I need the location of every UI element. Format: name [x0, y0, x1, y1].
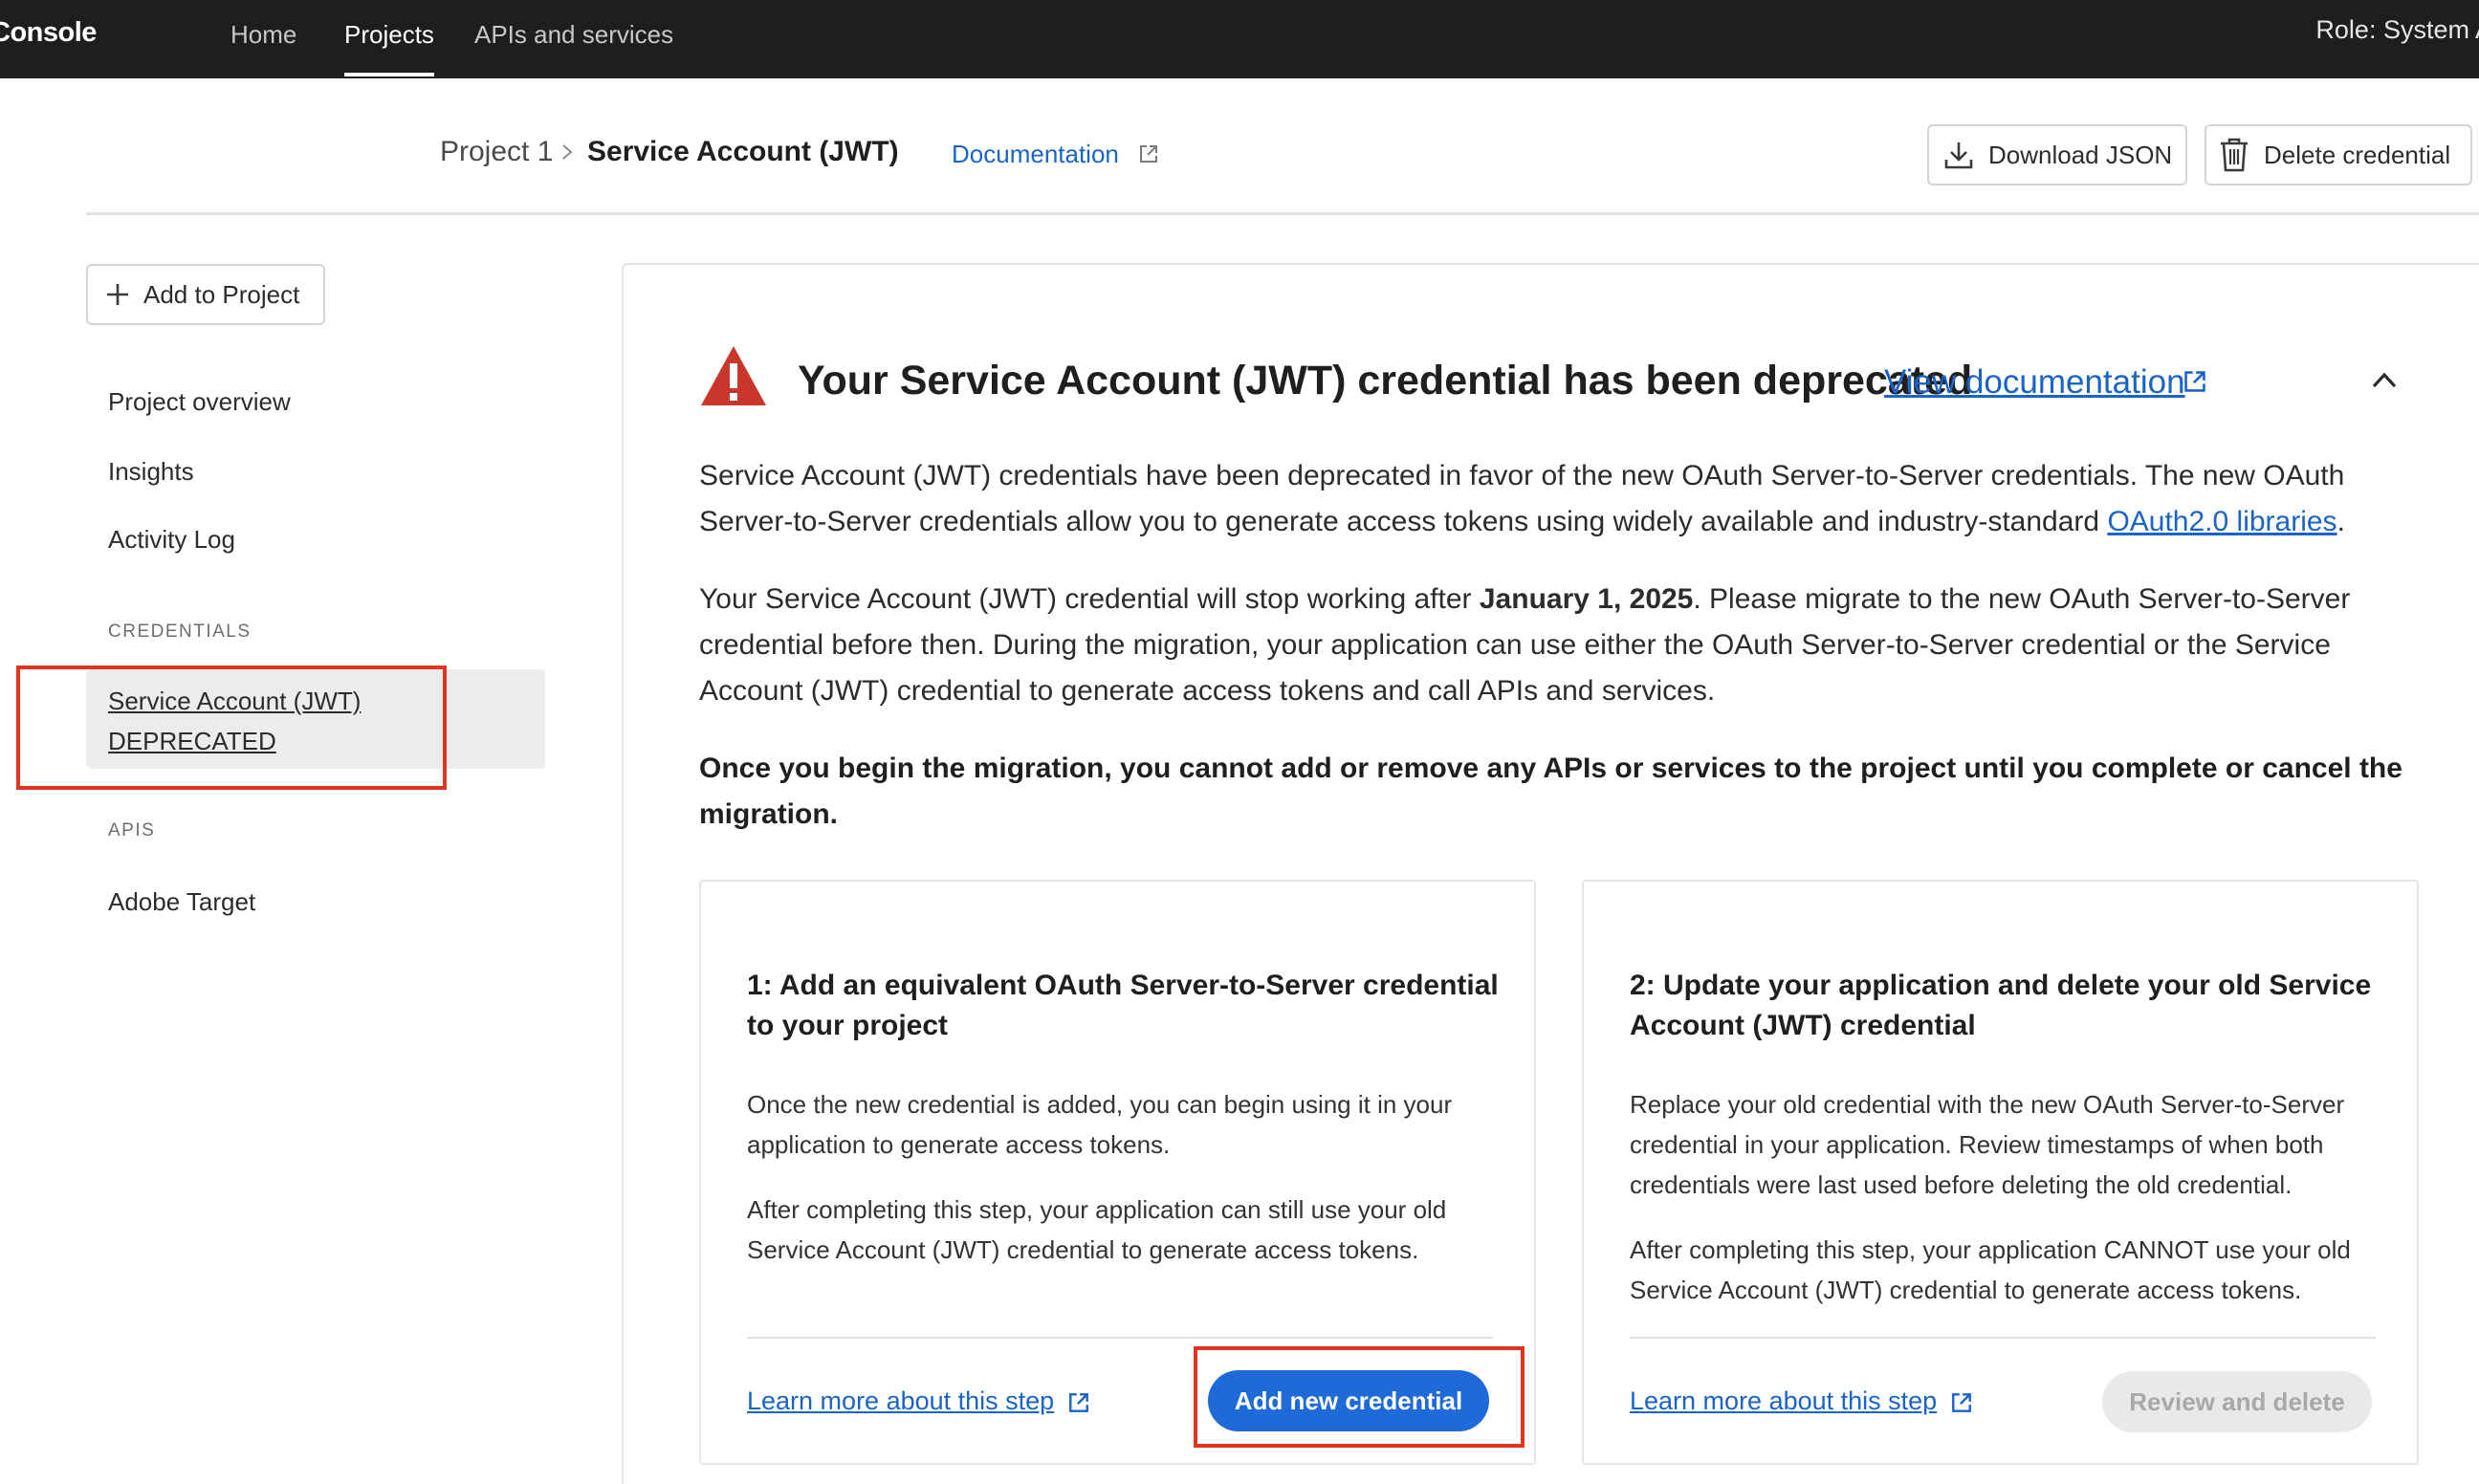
view-documentation-link[interactable]: View documentation	[1884, 363, 2185, 402]
external-link-icon	[1069, 1392, 1089, 1412]
download-json-button[interactable]: Download JSON	[1927, 124, 2187, 186]
review-and-delete-button[interactable]: Review and delete	[2102, 1371, 2372, 1432]
chevron-right-icon	[562, 144, 573, 160]
oauth-libraries-link[interactable]: OAuth2.0 libraries	[2107, 506, 2336, 537]
trash-icon	[2221, 138, 2248, 172]
deprecation-title: Your Service Account (JWT) credential ha…	[798, 358, 1973, 404]
step-1-description: Once the new credential is added, you ca…	[747, 1090, 1453, 1159]
migration-warning: Once you begin the migration, you cannot…	[699, 753, 2402, 830]
sidebar-item-activity-log[interactable]: Activity Log	[108, 525, 235, 555]
breadcrumb-project[interactable]: Project 1	[440, 136, 553, 168]
nav-home[interactable]: Home	[230, 0, 296, 78]
delete-credential-label: Delete credential	[2264, 140, 2451, 169]
nav-projects[interactable]: Projects	[344, 0, 434, 78]
highlight-box	[16, 666, 447, 790]
step-2-learn-more-label: Learn more about this step	[1630, 1386, 1938, 1415]
step-1-divider	[747, 1337, 1493, 1339]
step-1-note: After completing this step, your applica…	[747, 1195, 1447, 1264]
role-selector[interactable]: Role: System A	[2315, 15, 2479, 45]
external-link-icon[interactable]	[1138, 143, 1159, 164]
nav-apis-and-services[interactable]: APIs and services	[474, 0, 673, 78]
download-icon	[1944, 142, 1973, 169]
step-2-learn-more-link[interactable]: Learn more about this step	[1630, 1386, 1973, 1416]
step-2-card: 2: Update your application and delete yo…	[1582, 880, 2419, 1465]
highlight-box	[1194, 1346, 1525, 1448]
add-to-project-label: Add to Project	[143, 279, 300, 309]
sidebar-item-insights[interactable]: Insights	[108, 457, 194, 487]
warning-icon	[701, 346, 766, 405]
download-json-label: Download JSON	[1988, 140, 2173, 169]
step-2-description: Replace your old credential with the new…	[1630, 1090, 2345, 1199]
delete-credential-button[interactable]: Delete credential	[2205, 124, 2472, 186]
top-nav-bar: Console Home Projects APIs and services …	[0, 0, 2479, 78]
paragraph-1-end: .	[2336, 506, 2345, 537]
plus-icon	[107, 284, 128, 305]
external-link-icon[interactable]	[2183, 369, 2207, 394]
step-2-note: After completing this step, your applica…	[1630, 1235, 2351, 1304]
step-1-learn-more-label: Learn more about this step	[747, 1386, 1055, 1415]
brand-name[interactable]: Console	[0, 17, 97, 49]
sidebar-item-adobe-target[interactable]: Adobe Target	[108, 887, 255, 917]
add-to-project-button[interactable]: Add to Project	[86, 264, 325, 325]
paragraph-2-text: Your Service Account (JWT) credential wi…	[699, 583, 1480, 615]
header-divider	[86, 212, 2479, 215]
deprecation-paragraph-2: Your Service Account (JWT) credential wi…	[699, 577, 2411, 714]
step-1-learn-more-link[interactable]: Learn more about this step	[747, 1386, 1090, 1416]
external-link-icon	[1952, 1392, 1972, 1412]
apis-heading: APIS	[108, 820, 156, 840]
collapse-chevron-icon[interactable]	[2370, 369, 2399, 390]
breadcrumb-current: Service Account (JWT)	[587, 136, 899, 167]
step-2-title: 2: Update your application and delete yo…	[1630, 970, 2372, 1041]
credentials-heading: CREDENTIALS	[108, 622, 252, 642]
paragraph-1-text: Service Account (JWT) credentials have b…	[699, 460, 2345, 537]
sidebar-item-project-overview[interactable]: Project overview	[108, 387, 291, 417]
documentation-link[interactable]: Documentation	[952, 140, 1119, 169]
deprecation-paragraph-1: Service Account (JWT) credentials have b…	[699, 453, 2411, 545]
step-1-title: 1: Add an equivalent OAuth Server-to-Ser…	[747, 970, 1499, 1041]
step-2-divider	[1630, 1337, 2376, 1339]
deprecation-date: January 1, 2025	[1479, 583, 1694, 615]
